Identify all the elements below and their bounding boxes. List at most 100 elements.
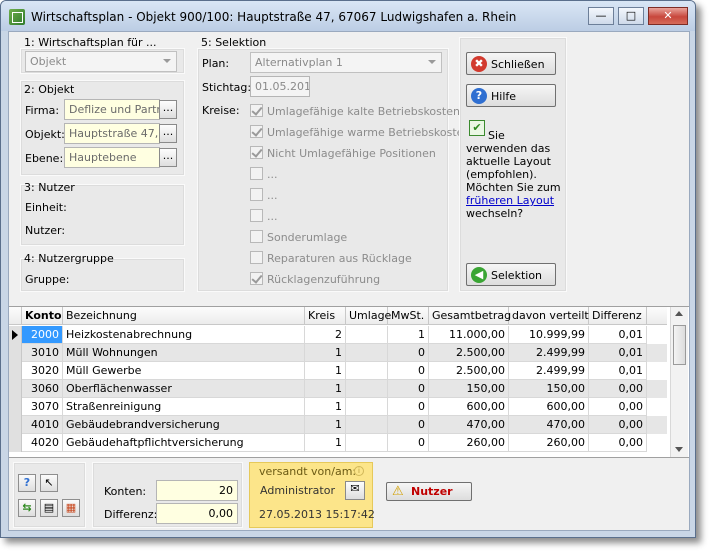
accounts-table[interactable]: Konto Bezeichnung Kreis Umlage MwSt. Gesamtbe… — [9, 306, 689, 458]
kreis-checkbox[interactable]: Reparaturen aus Rücklage — [250, 251, 412, 265]
column-header[interactable]: Umlage — [346, 307, 391, 325]
help-icon[interactable]: ? — [18, 474, 36, 492]
mail-icon[interactable]: ✉ — [345, 481, 365, 500]
table-row[interactable]: 4010 Gebäudebrandversicherung 1 0 470,00 470,… — [9, 416, 667, 434]
vertical-scrollbar[interactable] — [670, 307, 688, 457]
table-cell[interactable] — [346, 344, 388, 362]
table-cell[interactable]: 3020 — [22, 362, 63, 380]
selektion-button[interactable]: ◀ Selektion — [466, 263, 556, 286]
kreis-checkbox[interactable]: ... — [250, 209, 278, 223]
kreis-checkbox[interactable]: Rücklagenzuführung — [250, 272, 380, 286]
table-cell[interactable] — [346, 434, 388, 452]
table-cell[interactable] — [346, 326, 388, 344]
refresh-icon[interactable]: ⇆ — [18, 499, 36, 517]
table-cell[interactable]: 11.000,00 — [429, 326, 509, 344]
scroll-up-icon[interactable] — [675, 311, 683, 316]
table-cell[interactable]: 150,00 — [429, 380, 509, 398]
kreis-checkbox[interactable]: Sonderumlage — [250, 230, 347, 244]
kreis-checkbox[interactable]: ... — [250, 167, 278, 181]
table-cell[interactable]: 0,01 — [589, 362, 647, 380]
table-cell[interactable]: Müll Wohnungen — [63, 344, 305, 362]
table-cell[interactable]: 260,00 — [429, 434, 509, 452]
table-row[interactable]: 3070 Straßenreinigung 1 0 600,00 600,00 0,00 — [9, 398, 667, 416]
table-cell[interactable] — [346, 362, 388, 380]
maximize-button[interactable]: □ — [618, 7, 644, 25]
table-cell[interactable]: 1 — [388, 326, 429, 344]
table-cell[interactable]: 0 — [388, 362, 429, 380]
table-cell[interactable]: 1 — [305, 362, 346, 380]
column-header[interactable]: MwSt. — [388, 307, 429, 325]
table-cell[interactable]: 0,00 — [589, 380, 647, 398]
checkbox-box[interactable] — [250, 167, 263, 180]
row-selector[interactable] — [9, 344, 22, 362]
table-cell[interactable]: 10.999,99 — [509, 326, 589, 344]
table-cell[interactable]: 1 — [305, 434, 346, 452]
minimize-button[interactable]: — — [588, 7, 614, 25]
kreis-checkbox[interactable]: Nicht Umlagefähige Positionen — [250, 146, 436, 160]
plan-for-select[interactable]: Objekt — [25, 51, 177, 72]
table-cell[interactable]: 4020 — [22, 434, 63, 452]
table-cell[interactable]: 470,00 — [429, 416, 509, 434]
table-cell[interactable]: Müll Gewerbe — [63, 362, 305, 380]
close-button[interactable]: ✖ Schließen — [466, 52, 556, 75]
table-row[interactable]: 3060 Oberflächenwasser 1 0 150,00 150,00 0,00 — [9, 380, 667, 398]
row-selector[interactable] — [9, 362, 22, 380]
row-selector[interactable] — [9, 416, 22, 434]
checkbox-box[interactable] — [250, 146, 263, 159]
checkbox-box[interactable] — [250, 104, 263, 117]
table-cell[interactable]: Straßenreinigung — [63, 398, 305, 416]
column-header[interactable]: Konto — [22, 307, 63, 325]
row-selector[interactable] — [9, 380, 22, 398]
column-header[interactable]: Differenz — [589, 307, 647, 325]
table-cell[interactable]: 1 — [305, 416, 346, 434]
table-cell[interactable] — [346, 416, 388, 434]
print-icon[interactable]: ▤ — [40, 499, 58, 517]
pointer-icon[interactable]: ↖ — [40, 474, 58, 492]
firma-field[interactable]: Deflize und Partne — [64, 99, 160, 120]
checkbox-box[interactable] — [250, 230, 263, 243]
table-cell[interactable]: 0,00 — [589, 398, 647, 416]
table-cell[interactable]: 0 — [388, 380, 429, 398]
close-window-button[interactable]: ✕ — [648, 7, 688, 25]
table-row[interactable]: 3020 Müll Gewerbe 1 0 2.500,00 2.499,99 0,01 — [9, 362, 667, 380]
table-cell[interactable]: 3060 — [22, 380, 63, 398]
table-cell[interactable]: 260,00 — [509, 434, 589, 452]
table-cell[interactable]: 2.499,99 — [509, 362, 589, 380]
checkbox-box[interactable] — [250, 272, 263, 285]
table-cell[interactable]: Gebäudehaftpflichtversicherung — [63, 434, 305, 452]
table-cell[interactable]: 0,00 — [589, 416, 647, 434]
scroll-thumb[interactable] — [673, 325, 686, 365]
table-cell[interactable]: Heizkostenabrechnung — [63, 326, 305, 344]
table-cell[interactable] — [346, 398, 388, 416]
table-cell[interactable]: 1 — [305, 380, 346, 398]
checkbox-box[interactable] — [250, 125, 263, 138]
kreis-checkbox[interactable]: Umlagefähige warme Betriebskosten — [250, 125, 470, 139]
kreis-checkbox[interactable]: ... — [250, 188, 278, 202]
table-cell[interactable]: 2 — [305, 326, 346, 344]
ebene-field[interactable]: Hauptebene — [64, 147, 160, 168]
scroll-down-icon[interactable] — [675, 447, 683, 452]
export-icon[interactable]: ▦ — [62, 499, 80, 517]
table-cell[interactable]: 0 — [388, 398, 429, 416]
nutzer-button[interactable]: ⚠ Nutzer — [386, 482, 472, 501]
table-cell[interactable]: 2000 — [22, 326, 63, 344]
table-cell[interactable]: 600,00 — [509, 398, 589, 416]
table-cell[interactable]: 0,00 — [589, 434, 647, 452]
objekt-field[interactable]: Hauptstraße 47, 6 — [64, 123, 160, 144]
stichtag-field[interactable]: 01.05.2013 — [250, 76, 310, 97]
table-cell[interactable]: 1 — [305, 398, 346, 416]
row-selector[interactable] — [9, 434, 22, 452]
table-cell[interactable]: 0 — [388, 416, 429, 434]
column-header[interactable]: Gesamtbetrag — [429, 307, 511, 325]
earlier-layout-link[interactable]: früheren Layout — [466, 194, 554, 207]
table-cell[interactable]: Gebäudebrandversicherung — [63, 416, 305, 434]
table-cell[interactable]: 0 — [388, 434, 429, 452]
table-cell[interactable]: 600,00 — [429, 398, 509, 416]
checkbox-box[interactable] — [250, 209, 263, 222]
table-cell[interactable]: Oberflächenwasser — [63, 380, 305, 398]
firma-browse-button[interactable]: ... — [159, 100, 177, 119]
checkbox-box[interactable] — [250, 188, 263, 201]
table-cell[interactable]: 2.500,00 — [429, 344, 509, 362]
row-selector[interactable] — [9, 398, 22, 416]
table-cell[interactable]: 2.499,99 — [509, 344, 589, 362]
